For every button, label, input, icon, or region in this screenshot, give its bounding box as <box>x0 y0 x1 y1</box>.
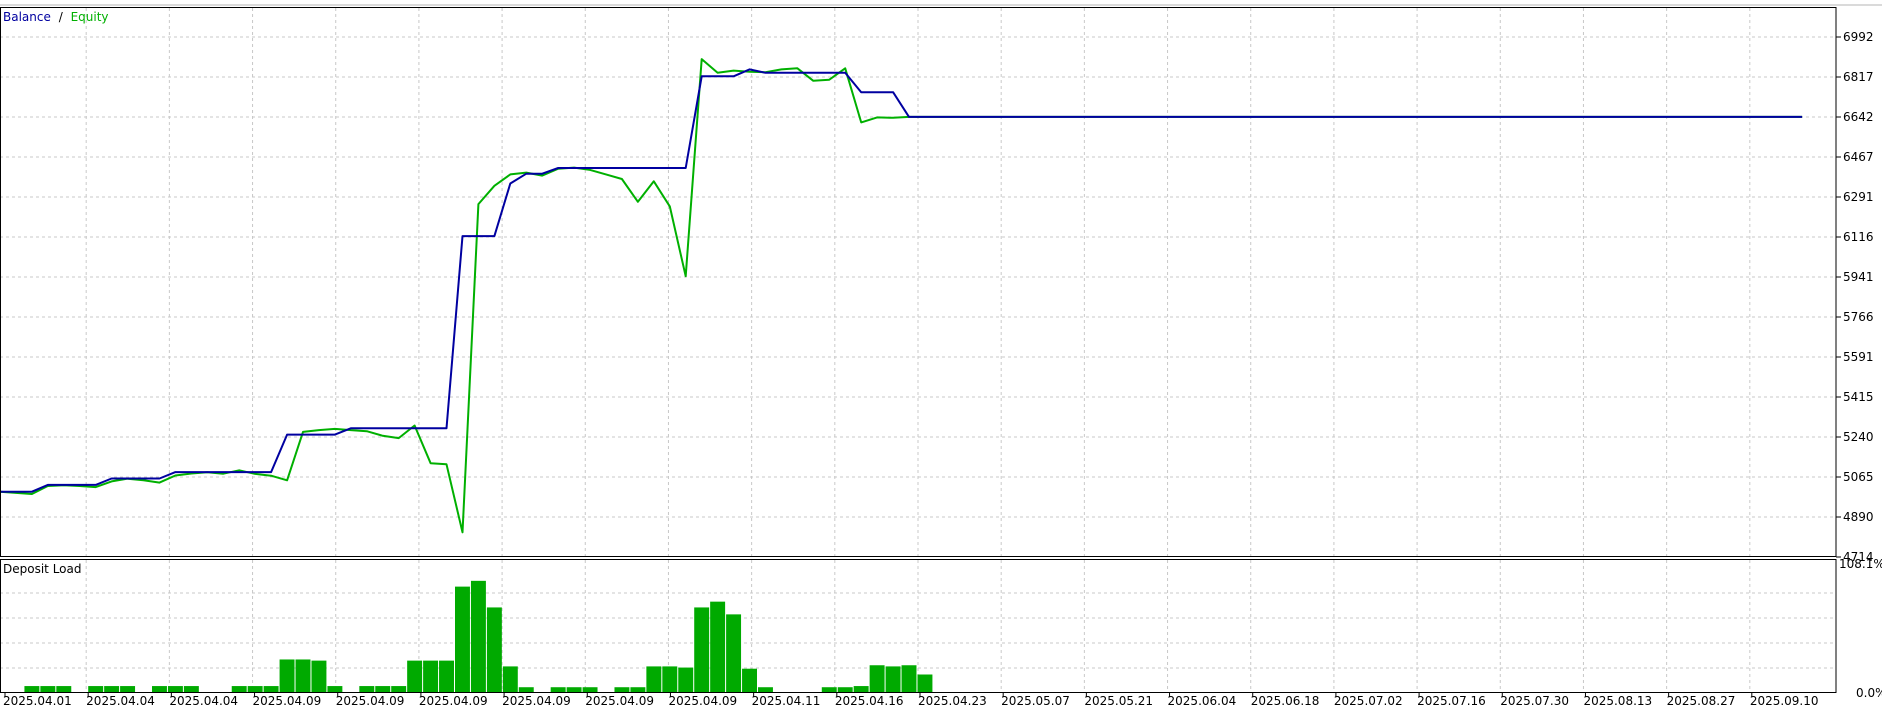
deposit-load-bar <box>167 686 183 693</box>
x-tick-label: 2025.04.09 <box>502 694 571 708</box>
deposit-load-bar <box>279 659 295 693</box>
deposit-load-bar <box>391 686 407 693</box>
x-tick-label: 2025.06.18 <box>1251 694 1320 708</box>
x-tick-label: 2025.04.01 <box>3 694 72 708</box>
x-tick-label: 2025.06.04 <box>1168 694 1237 708</box>
x-tick-label: 2025.04.09 <box>336 694 405 708</box>
y-tick-label: 6642 <box>1843 110 1874 124</box>
deposit-load-bar <box>502 666 518 693</box>
deposit-load-bar <box>439 660 454 693</box>
x-tick-label: 2025.04.09 <box>668 694 737 708</box>
x-tick-label: 2025.09.10 <box>1750 694 1819 708</box>
deposit-load-bar <box>120 686 136 693</box>
deposit-load-bar <box>694 607 710 693</box>
x-tick-label: 2025.04.09 <box>585 694 654 708</box>
legend-equity: Equity <box>71 10 109 24</box>
deposit-load-bar <box>40 686 56 693</box>
y-tick-label: 5065 <box>1843 470 1874 484</box>
deposit-load-bar <box>423 660 439 693</box>
deposit-load-bar <box>407 660 423 693</box>
deposit-load-bar <box>183 686 199 693</box>
deposit-load-bar <box>24 686 40 693</box>
y-tick-label: 6467 <box>1843 150 1874 164</box>
x-tick-label: 2025.05.07 <box>1001 694 1070 708</box>
deposit-load-bar <box>678 667 694 693</box>
deposit-load-bar <box>917 674 933 693</box>
x-tick-label: 2025.08.27 <box>1667 694 1736 708</box>
deposit-load-bar <box>263 686 279 693</box>
deposit-load-bar <box>104 686 120 693</box>
y-tick-label: 5941 <box>1843 270 1874 284</box>
x-tick-label: 2025.04.04 <box>169 694 238 708</box>
y-tick-label: 6116 <box>1843 230 1874 244</box>
deposit-load-bar <box>869 665 885 693</box>
deposit-load-bar <box>359 686 375 693</box>
deposit-load-bar <box>88 686 104 693</box>
deposit-load-title: Deposit Load <box>3 562 81 576</box>
y-tick-label: 4890 <box>1843 510 1874 524</box>
deposit-load-bar <box>152 686 167 693</box>
y-tick-label: 6992 <box>1843 30 1874 44</box>
deposit-load-bar <box>56 686 72 693</box>
deposit-load-bar <box>231 686 247 693</box>
chart-container: 6992 6817 6642 6467 6291 6116 5941 5766 5591 5415… <box>0 0 1882 713</box>
deposit-load-bar <box>901 665 917 693</box>
legend-balance: Balance <box>3 10 51 24</box>
y-tick-label: 5766 <box>1843 310 1874 324</box>
deposit-load-bar <box>710 601 726 693</box>
x-tick-label: 2025.08.13 <box>1583 694 1652 708</box>
chart-canvas: 6992 6817 6642 6467 6291 6116 5941 5766 5591 5415… <box>0 0 1882 713</box>
deposit-load-bar <box>742 668 757 693</box>
y-tick-label: 5415 <box>1843 390 1874 404</box>
x-tick-label: 2025.07.16 <box>1417 694 1486 708</box>
deposit-load-bar <box>726 614 742 693</box>
deposit-load-bar <box>327 686 343 693</box>
deposit-load-bar <box>470 580 486 693</box>
x-tick-label: 2025.04.09 <box>419 694 488 708</box>
x-tick-label: 2025.04.04 <box>86 694 155 708</box>
deposit-load-bar <box>486 607 502 693</box>
x-tick-label: 2025.04.11 <box>752 694 821 708</box>
x-tick-label: 2025.07.02 <box>1334 694 1403 708</box>
y-tick-label: 6291 <box>1843 190 1874 204</box>
x-tick-label: 2025.04.16 <box>835 694 904 708</box>
x-tick-label: 2025.05.21 <box>1084 694 1153 708</box>
deposit-load-bar <box>662 666 678 693</box>
y-tick-label: 5240 <box>1843 430 1874 444</box>
x-tick-label: 2025.04.23 <box>918 694 987 708</box>
deposit-load-bar <box>295 659 311 693</box>
deposit-load-bar <box>853 686 869 693</box>
deposit-load-bar <box>375 686 391 693</box>
deposit-load-bar <box>885 666 901 693</box>
lower-y-tick-label: 0.0% <box>1856 686 1882 700</box>
lower-y-tick-label: 108.1% <box>1839 557 1882 571</box>
deposit-load-bar <box>311 660 327 693</box>
y-tick-label: 6817 <box>1843 70 1874 84</box>
legend-separator: / <box>59 10 64 24</box>
deposit-load-bar <box>247 686 263 693</box>
x-tick-label: 2025.04.09 <box>253 694 322 708</box>
x-tick-label: 2025.07.30 <box>1500 694 1569 708</box>
y-tick-label: 5591 <box>1843 350 1874 364</box>
deposit-load-bar <box>646 666 662 693</box>
deposit-load-bar <box>455 586 470 693</box>
